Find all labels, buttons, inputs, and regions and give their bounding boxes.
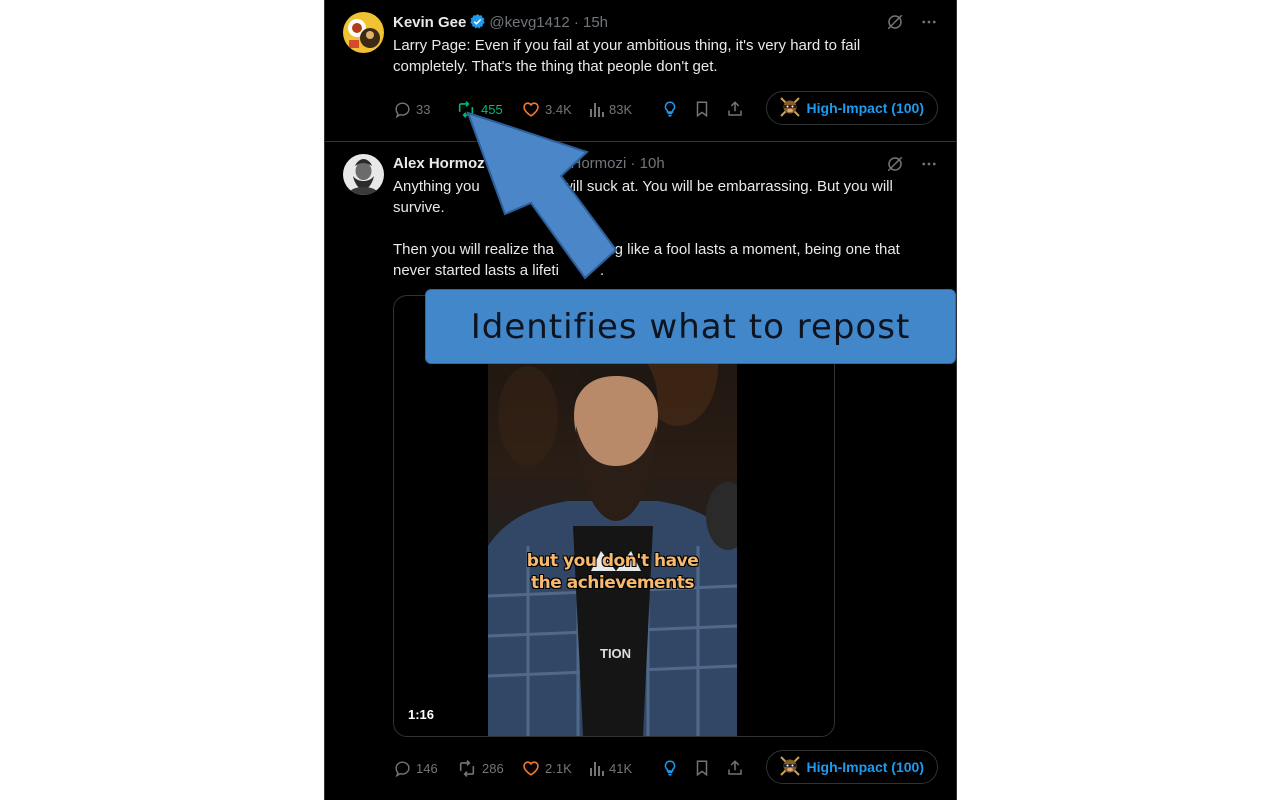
tweet-top-icons bbox=[886, 13, 938, 36]
like-button[interactable]: 2.1K bbox=[521, 759, 572, 778]
text-fragment: never started lasts a lifeti bbox=[393, 262, 559, 279]
avatar[interactable] bbox=[343, 154, 384, 195]
tweet-top-icons bbox=[886, 155, 938, 178]
video-caption: but you don't have the achievements bbox=[488, 550, 737, 594]
views-count: 41K bbox=[609, 760, 633, 776]
tweet-header: Alex Hormoz xHormozi · 10h bbox=[393, 155, 665, 172]
reply-count: 146 bbox=[416, 760, 438, 776]
heart-icon bbox=[521, 759, 541, 778]
author-handle-time[interactable]: @kevg1412 · 15h bbox=[489, 14, 608, 31]
tweet-text: Larry Page: Even if you fail at your amb… bbox=[393, 37, 861, 75]
verified-badge-icon bbox=[469, 13, 486, 34]
more-options-icon[interactable] bbox=[920, 155, 938, 178]
repost-button[interactable]: 455 bbox=[455, 100, 503, 119]
text-fragment: . bbox=[600, 262, 605, 279]
share-icon[interactable] bbox=[726, 759, 744, 780]
repost-icon bbox=[456, 759, 478, 778]
monkey-ninja-icon bbox=[779, 755, 801, 780]
badge-label: High-Impact (100) bbox=[806, 100, 924, 116]
reply-icon bbox=[393, 759, 412, 778]
author-name[interactable]: Kevin Gee bbox=[393, 14, 466, 31]
shirt-logo-text: TION bbox=[600, 646, 632, 661]
views-count: 83K bbox=[609, 101, 633, 117]
annotation-callout: Identifies what to repost bbox=[425, 289, 956, 364]
grok-icon[interactable] bbox=[886, 13, 904, 36]
grok-icon[interactable] bbox=[886, 155, 904, 178]
more-options-icon[interactable] bbox=[920, 13, 938, 36]
timeline-feed: Kevin Gee @kevg1412 · 15h Larry Page: Eve… bbox=[324, 0, 957, 800]
tweet[interactable]: Kevin Gee @kevg1412 · 15h Larry Page: Eve… bbox=[325, 0, 956, 142]
views-icon bbox=[589, 759, 605, 777]
text-fragment: survive. bbox=[393, 199, 445, 216]
views-button[interactable]: 83K bbox=[589, 100, 632, 118]
reply-button[interactable]: 33 bbox=[393, 100, 430, 119]
reply-button[interactable]: 146 bbox=[393, 759, 438, 778]
bookmark-icon[interactable] bbox=[693, 100, 711, 121]
like-button[interactable]: 3.4K bbox=[521, 100, 572, 119]
tweet[interactable]: Alex Hormoz xHormozi · 10h Anything you … bbox=[325, 142, 956, 800]
high-impact-badge[interactable]: High-Impact (100) bbox=[765, 750, 938, 784]
bookmark-icon[interactable] bbox=[693, 759, 711, 780]
views-icon bbox=[589, 100, 605, 118]
monkey-ninja-icon bbox=[779, 96, 801, 121]
like-count: 2.1K bbox=[545, 760, 572, 776]
reply-count: 33 bbox=[416, 101, 431, 117]
author-name[interactable]: Alex Hormoz bbox=[393, 155, 485, 172]
caption-line: but you don't have bbox=[526, 551, 699, 571]
lightbulb-icon[interactable] bbox=[661, 100, 679, 121]
text-fragment: Anything you bbox=[393, 178, 480, 195]
views-button[interactable]: 41K bbox=[589, 759, 632, 777]
text-fragment: ou will suck at. You will be embarrassin… bbox=[541, 178, 893, 195]
text-fragment: ing like a fool lasts a moment, being on… bbox=[603, 241, 900, 258]
caption-line: the achievements bbox=[531, 573, 694, 593]
badge-label: High-Impact (100) bbox=[806, 759, 924, 775]
reply-icon bbox=[393, 100, 412, 119]
repost-count: 455 bbox=[481, 101, 503, 117]
tweet-header: Kevin Gee @kevg1412 · 15h bbox=[393, 13, 608, 34]
repost-button[interactable]: 286 bbox=[456, 759, 504, 778]
high-impact-badge[interactable]: High-Impact (100) bbox=[765, 91, 938, 125]
share-icon[interactable] bbox=[726, 100, 744, 121]
lightbulb-icon[interactable] bbox=[661, 759, 679, 780]
like-count: 3.4K bbox=[545, 101, 572, 117]
video-duration: 1:16 bbox=[408, 707, 435, 722]
text-fragment: Then you will realize tha bbox=[393, 241, 554, 258]
repost-icon bbox=[455, 100, 477, 119]
heart-icon bbox=[521, 100, 541, 119]
author-handle-time[interactable]: xHormozi · 10h bbox=[563, 155, 665, 172]
avatar[interactable] bbox=[343, 12, 384, 53]
repost-count: 286 bbox=[482, 760, 504, 776]
